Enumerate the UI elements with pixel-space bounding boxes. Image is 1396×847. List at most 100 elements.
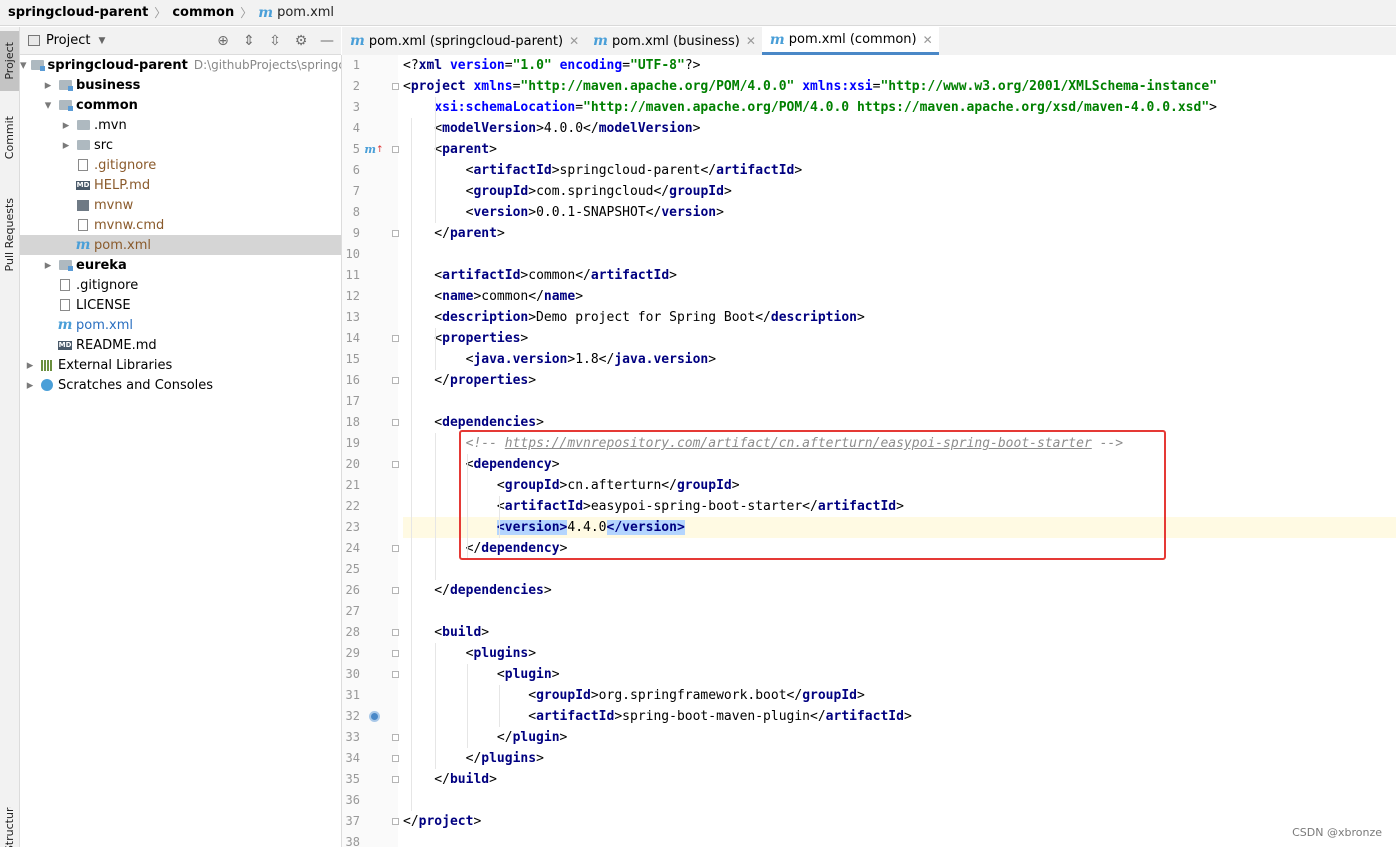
code-line: <dependency> <box>403 454 1396 475</box>
code-token: > <box>669 268 677 283</box>
watermark: CSDN @xbronze <box>1292 826 1382 839</box>
fold-marker-icon[interactable] <box>392 146 399 153</box>
breadcrumb-file[interactable]: pom.xml <box>277 5 334 20</box>
tree-item[interactable]: ▸ eureka <box>20 255 341 275</box>
collapse-all-icon[interactable]: ⇳ <box>267 33 283 49</box>
tree-item[interactable]: ▸ .mvn <box>20 115 341 135</box>
fold-marker-icon[interactable] <box>392 461 399 468</box>
module-folder-icon <box>30 59 45 71</box>
chevron-right-icon[interactable]: ▸ <box>24 378 36 393</box>
code-token: >common</ <box>473 289 544 304</box>
code-line: <parent> <box>403 139 1396 160</box>
tree-item-label: .mvn <box>94 117 127 133</box>
editor-tab[interactable]: m pom.xml (common) ✕ <box>761 27 939 55</box>
code-line: <description>Demo project for Spring Boo… <box>403 307 1396 328</box>
fold-marker-icon[interactable] <box>392 83 399 90</box>
code-token: < <box>403 667 505 682</box>
fold-marker-icon[interactable] <box>392 776 399 783</box>
maven-icon: m <box>258 4 274 21</box>
code-token: = <box>504 58 513 73</box>
tree-item-label: common <box>76 97 138 113</box>
line-number: 14 <box>345 331 360 345</box>
tree-item[interactable]: ▸ business <box>20 75 341 95</box>
code-token: xmlns <box>473 79 513 94</box>
chevron-right-icon[interactable]: ▸ <box>60 118 72 133</box>
fold-marker-icon[interactable] <box>392 734 399 741</box>
editor-tab[interactable]: m pom.xml (springcloud-parent) ✕ <box>342 27 585 55</box>
close-icon[interactable]: ✕ <box>923 33 933 47</box>
code-token: --> <box>1091 436 1124 451</box>
breadcrumb-project[interactable]: springcloud-parent <box>8 5 148 20</box>
project-panel-title[interactable]: Project <box>46 33 90 48</box>
side-tab-pull-requests[interactable]: Pull Requests <box>0 187 19 283</box>
tree-item[interactable]: MD README.md <box>20 335 341 355</box>
tree-item[interactable]: ▸ External Libraries <box>20 355 341 375</box>
tree-item[interactable]: m pom.xml <box>20 235 341 255</box>
fold-marker-icon[interactable] <box>392 818 399 825</box>
breadcrumb-separator: 〉 <box>154 6 167 20</box>
fold-marker-icon[interactable] <box>392 419 399 426</box>
fold-marker-icon[interactable] <box>392 755 399 762</box>
chevron-down-icon[interactable]: ▾ <box>42 98 54 113</box>
chevron-down-icon[interactable]: ▾ <box>20 58 27 73</box>
editor-tab[interactable]: m pom.xml (business) ✕ <box>585 27 762 55</box>
close-icon[interactable]: ✕ <box>746 34 756 48</box>
tree-item[interactable]: m pom.xml <box>20 315 341 335</box>
tree-item[interactable]: mvnw.cmd <box>20 215 341 235</box>
code-token: < <box>403 121 443 136</box>
tree-item[interactable]: ▸ src <box>20 135 341 155</box>
indent-guide <box>435 328 436 370</box>
code-line: </plugin> <box>403 727 1396 748</box>
code-token: artifactId <box>817 499 897 514</box>
chevron-right-icon[interactable]: ▸ <box>42 78 54 93</box>
tree-item[interactable]: ▸ Scratches and Consoles <box>20 375 341 395</box>
fold-marker-icon[interactable] <box>392 671 399 678</box>
fold-marker-icon[interactable] <box>392 230 399 237</box>
plugin-run-icon[interactable] <box>367 706 381 727</box>
code-token: > <box>856 688 865 703</box>
fold-marker-icon[interactable] <box>392 629 399 636</box>
line-number: 22 <box>345 499 360 513</box>
code-token: artifactId <box>473 163 552 178</box>
chevron-down-icon[interactable]: ▼ <box>98 36 105 46</box>
code-token: </version> <box>606 520 685 535</box>
tree-item[interactable]: .gitignore <box>20 155 341 175</box>
maven-icon: m <box>350 33 365 49</box>
code-token: </ <box>403 814 419 829</box>
code-editor[interactable]: 1 2 3 4 5 6 7 8 9 10 11 12 13 14 15 16 17 18 19 20 21 22 23 24 2… <box>342 55 1396 847</box>
side-tab-project[interactable]: Project <box>0 31 19 91</box>
fold-marker-icon[interactable] <box>392 650 399 657</box>
side-tab-commit[interactable]: Commit <box>0 107 19 169</box>
code-token: artifactId <box>536 709 615 724</box>
tree-item[interactable]: ▾ common <box>20 95 341 115</box>
side-tab-structure[interactable]: Structure <box>0 807 19 847</box>
chevron-right-icon[interactable]: ▸ <box>42 258 54 273</box>
fold-marker-icon[interactable] <box>392 587 399 594</box>
code-token: > <box>731 478 740 493</box>
navigate-parent-icon[interactable]: m ↑ <box>364 139 383 160</box>
chevron-right-icon[interactable]: ▸ <box>60 138 72 153</box>
tree-item-label: src <box>94 137 113 153</box>
module-folder-icon <box>58 99 73 111</box>
tree-item[interactable]: MD HELP.md <box>20 175 341 195</box>
fold-marker-icon[interactable] <box>392 545 399 552</box>
indent-guide <box>435 643 436 769</box>
chevron-right-icon[interactable]: ▸ <box>24 358 36 373</box>
tree-item[interactable]: LICENSE <box>20 295 341 315</box>
hide-icon[interactable]: — <box>319 33 335 49</box>
indent-guide <box>499 496 500 538</box>
locate-icon[interactable]: ⊕ <box>215 33 231 49</box>
code-token: "http://maven.apache.org/POM/4.0.0" <box>520 79 803 94</box>
expand-all-icon[interactable]: ⇕ <box>241 33 257 49</box>
close-icon[interactable]: ✕ <box>569 34 579 48</box>
code-token: >com.springcloud</ <box>528 184 670 199</box>
fold-marker-icon[interactable] <box>392 335 399 342</box>
code-token: = <box>575 100 584 115</box>
fold-marker-icon[interactable] <box>392 377 399 384</box>
gear-icon[interactable]: ⚙ <box>293 33 309 49</box>
code-token: project <box>410 79 474 94</box>
breadcrumb-module[interactable]: common <box>172 5 234 20</box>
tree-item[interactable]: ▾ springcloud-parent D:\githubProjects\spr… <box>20 55 341 75</box>
tree-item[interactable]: mvnw <box>20 195 341 215</box>
tree-item[interactable]: .gitignore <box>20 275 341 295</box>
